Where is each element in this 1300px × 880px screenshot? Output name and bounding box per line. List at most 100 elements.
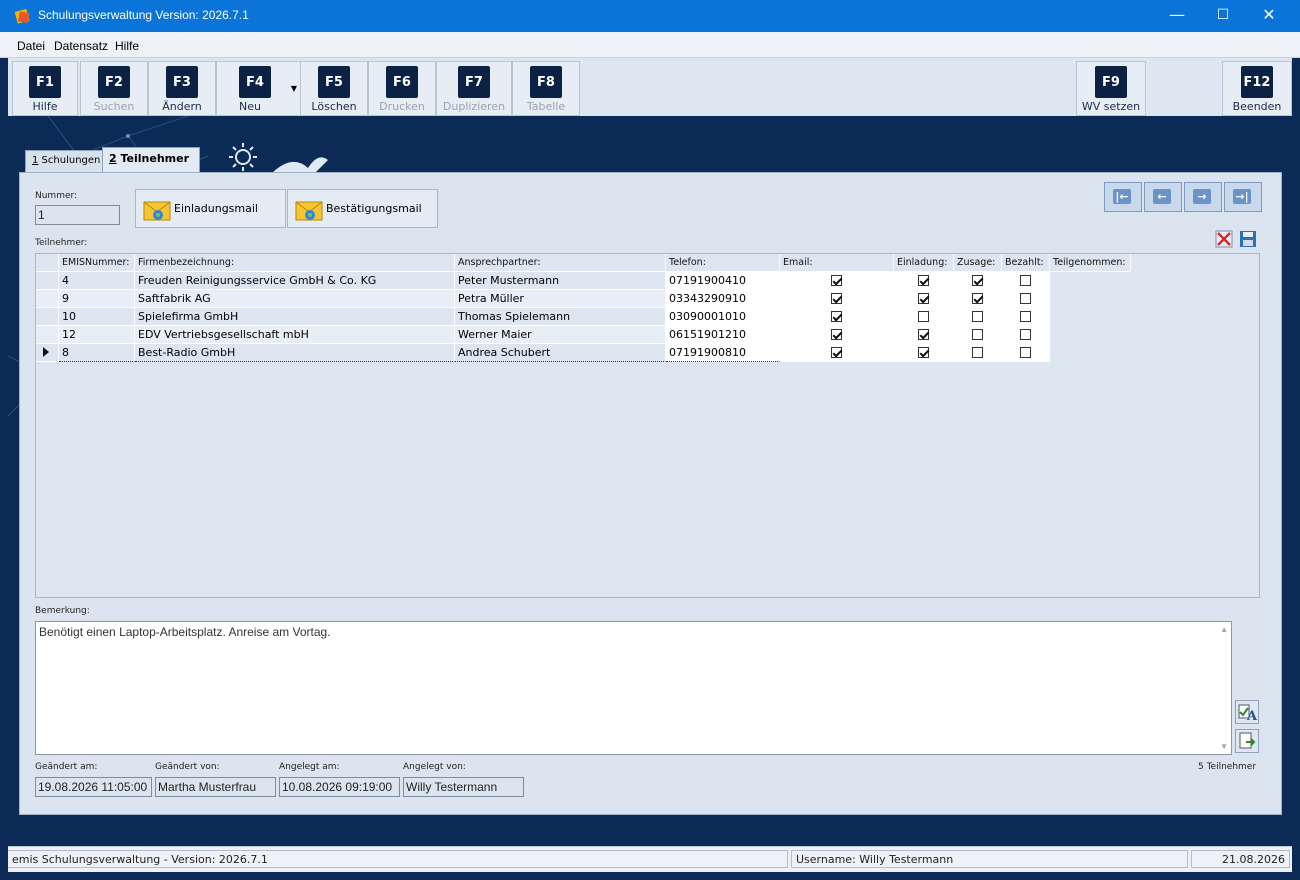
table-cell-bezahlt bbox=[954, 290, 1002, 308]
zusage-checkbox[interactable] bbox=[918, 347, 929, 358]
table-cell-tel[interactable]: 07191900810 bbox=[666, 344, 780, 362]
bemerkung-textarea[interactable]: Benötigt einen Laptop-Arbeitsplatz. Anre… bbox=[35, 621, 1232, 755]
help-button[interactable]: F1 Hilfe bbox=[12, 61, 78, 116]
table-cell-emis[interactable]: 12 bbox=[59, 326, 135, 344]
row-indicator-header bbox=[36, 254, 59, 272]
row-indicator[interactable] bbox=[36, 290, 59, 308]
table-cell-tel[interactable]: 06151901210 bbox=[666, 326, 780, 344]
f4-key: F4 bbox=[239, 66, 271, 98]
nummer-field[interactable]: 1 bbox=[35, 205, 120, 225]
bezahlt-checkbox[interactable] bbox=[972, 293, 983, 304]
table-cell-ansprech[interactable]: Andrea Schubert bbox=[455, 344, 666, 362]
zusage-checkbox[interactable] bbox=[918, 275, 929, 286]
teilgenommen-checkbox[interactable] bbox=[1020, 311, 1031, 322]
einladung-checkbox[interactable] bbox=[831, 347, 842, 358]
menu-hilfe[interactable]: Hilfe bbox=[115, 39, 139, 53]
row-indicator[interactable] bbox=[36, 272, 59, 290]
column-header[interactable]: Telefon: bbox=[666, 254, 780, 272]
scroll-up-icon[interactable]: ▲ bbox=[1220, 625, 1228, 634]
delete-row-icon[interactable] bbox=[1215, 230, 1233, 248]
prev-icon: ← bbox=[1153, 189, 1171, 204]
bezahlt-checkbox[interactable] bbox=[972, 347, 983, 358]
last-record-button[interactable]: →| bbox=[1224, 182, 1262, 212]
f1-key: F1 bbox=[29, 66, 61, 98]
column-header[interactable]: Firmenbezeichnung: bbox=[135, 254, 455, 272]
title-bar: Schulungsverwaltung Version: 2026.7.1 — … bbox=[0, 0, 1300, 32]
first-record-button[interactable]: |← bbox=[1104, 182, 1142, 212]
save-icon[interactable] bbox=[1239, 230, 1257, 248]
table-cell-firma[interactable]: Freuden Reinigungsservice GmbH & Co. KG bbox=[135, 272, 455, 290]
column-header[interactable]: Email: bbox=[780, 254, 894, 272]
table-cell-firma[interactable]: Spielefirma GmbH bbox=[135, 308, 455, 326]
column-header[interactable]: Bezahlt: bbox=[1002, 254, 1050, 272]
invitation-mail-button[interactable]: Einladungsmail bbox=[135, 189, 286, 228]
einladung-checkbox[interactable] bbox=[831, 293, 842, 304]
table-cell-ansprech[interactable]: Peter Mustermann bbox=[455, 272, 666, 290]
table-cell-firma[interactable]: Saftfabrik AG bbox=[135, 290, 455, 308]
delete-button[interactable]: F5 Löschen bbox=[300, 61, 368, 116]
bezahlt-checkbox[interactable] bbox=[972, 329, 983, 340]
table-cell-ansprech[interactable]: Werner Maier bbox=[455, 326, 666, 344]
table-cell-emis[interactable]: 4 bbox=[59, 272, 135, 290]
teilgenommen-checkbox[interactable] bbox=[1020, 293, 1031, 304]
print-button[interactable]: F6 Drucken bbox=[368, 61, 436, 116]
teilgenommen-checkbox[interactable] bbox=[1020, 347, 1031, 358]
column-header[interactable]: Zusage: bbox=[954, 254, 1002, 272]
delete-label: Löschen bbox=[311, 100, 357, 113]
minimize-button[interactable]: — bbox=[1154, 0, 1200, 32]
menu-datei[interactable]: Datei bbox=[17, 39, 45, 53]
table-cell-tel[interactable]: 03090001010 bbox=[666, 308, 780, 326]
confirmation-mail-button[interactable]: Bestätigungsmail bbox=[287, 189, 438, 228]
table-cell-emis[interactable]: 9 bbox=[59, 290, 135, 308]
table-cell-firma[interactable]: Best-Radio GmbH bbox=[135, 344, 455, 362]
table-cell-ansprech[interactable]: Thomas Spielemann bbox=[455, 308, 666, 326]
dropdown-arrow-icon[interactable]: ▼ bbox=[291, 84, 297, 93]
f2-key: F2 bbox=[98, 66, 130, 98]
maximize-button[interactable]: ☐ bbox=[1200, 0, 1246, 32]
wv-set-button[interactable]: F9 WV setzen bbox=[1076, 61, 1146, 116]
column-header[interactable]: EMISNummer: bbox=[59, 254, 135, 272]
scroll-down-icon[interactable]: ▼ bbox=[1220, 742, 1228, 751]
column-header[interactable]: Einladung: bbox=[894, 254, 954, 272]
teilgenommen-checkbox[interactable] bbox=[1020, 329, 1031, 340]
angelegt-am-field: 10.08.2026 09:19:00 bbox=[279, 777, 400, 797]
table-cell-tel[interactable]: 07191900410 bbox=[666, 272, 780, 290]
tab-teilnehmer-label: Teilnehmer bbox=[116, 152, 189, 165]
einladung-checkbox[interactable] bbox=[831, 275, 842, 286]
prev-record-button[interactable]: ← bbox=[1144, 182, 1182, 212]
current-row-icon bbox=[43, 347, 49, 357]
bezahlt-checkbox[interactable] bbox=[972, 275, 983, 286]
table-cell-teilgenommen bbox=[1002, 308, 1050, 326]
table-cell-zusage bbox=[894, 344, 954, 362]
teilnehmer-count: 5 Teilnehmer bbox=[1198, 762, 1257, 772]
spellcheck-icon[interactable]: A bbox=[1235, 700, 1259, 724]
column-header[interactable]: Ansprechpartner: bbox=[455, 254, 666, 272]
table-cell-tel[interactable]: 03343290910 bbox=[666, 290, 780, 308]
edit-button[interactable]: F3 Ändern bbox=[148, 61, 216, 116]
teilgenommen-checkbox[interactable] bbox=[1020, 275, 1031, 286]
zusage-checkbox[interactable] bbox=[918, 329, 929, 340]
row-indicator[interactable] bbox=[36, 326, 59, 344]
bezahlt-checkbox[interactable] bbox=[972, 311, 983, 322]
einladung-checkbox[interactable] bbox=[831, 311, 842, 322]
table-cell-firma[interactable]: EDV Vertriebsgesellschaft mbH bbox=[135, 326, 455, 344]
table-cell-ansprech[interactable]: Petra Müller bbox=[455, 290, 666, 308]
exit-button[interactable]: F12 Beenden bbox=[1222, 61, 1292, 116]
next-record-button[interactable]: → bbox=[1184, 182, 1222, 212]
column-header[interactable]: Teilgenommen: bbox=[1050, 254, 1131, 272]
table-cell-emis[interactable]: 10 bbox=[59, 308, 135, 326]
row-indicator[interactable] bbox=[36, 344, 59, 362]
row-indicator[interactable] bbox=[36, 308, 59, 326]
close-window-button[interactable]: ✕ bbox=[1246, 0, 1292, 32]
zusage-checkbox[interactable] bbox=[918, 311, 929, 322]
insert-text-icon[interactable] bbox=[1235, 729, 1259, 753]
zusage-checkbox[interactable] bbox=[918, 293, 929, 304]
table-button[interactable]: F8 Tabelle bbox=[512, 61, 580, 116]
menu-datensatz[interactable]: Datensatz bbox=[54, 39, 108, 53]
new-button[interactable]: F4 Neu ▼ bbox=[216, 61, 302, 116]
search-button[interactable]: F2 Suchen bbox=[80, 61, 148, 116]
table-cell-emis[interactable]: 8 bbox=[59, 344, 135, 362]
einladung-checkbox[interactable] bbox=[831, 329, 842, 340]
participants-grid[interactable]: EMISNummer: Firmenbezeichnung: Ansprechp… bbox=[35, 253, 1260, 598]
duplicate-button[interactable]: F7 Duplizieren bbox=[436, 61, 512, 116]
